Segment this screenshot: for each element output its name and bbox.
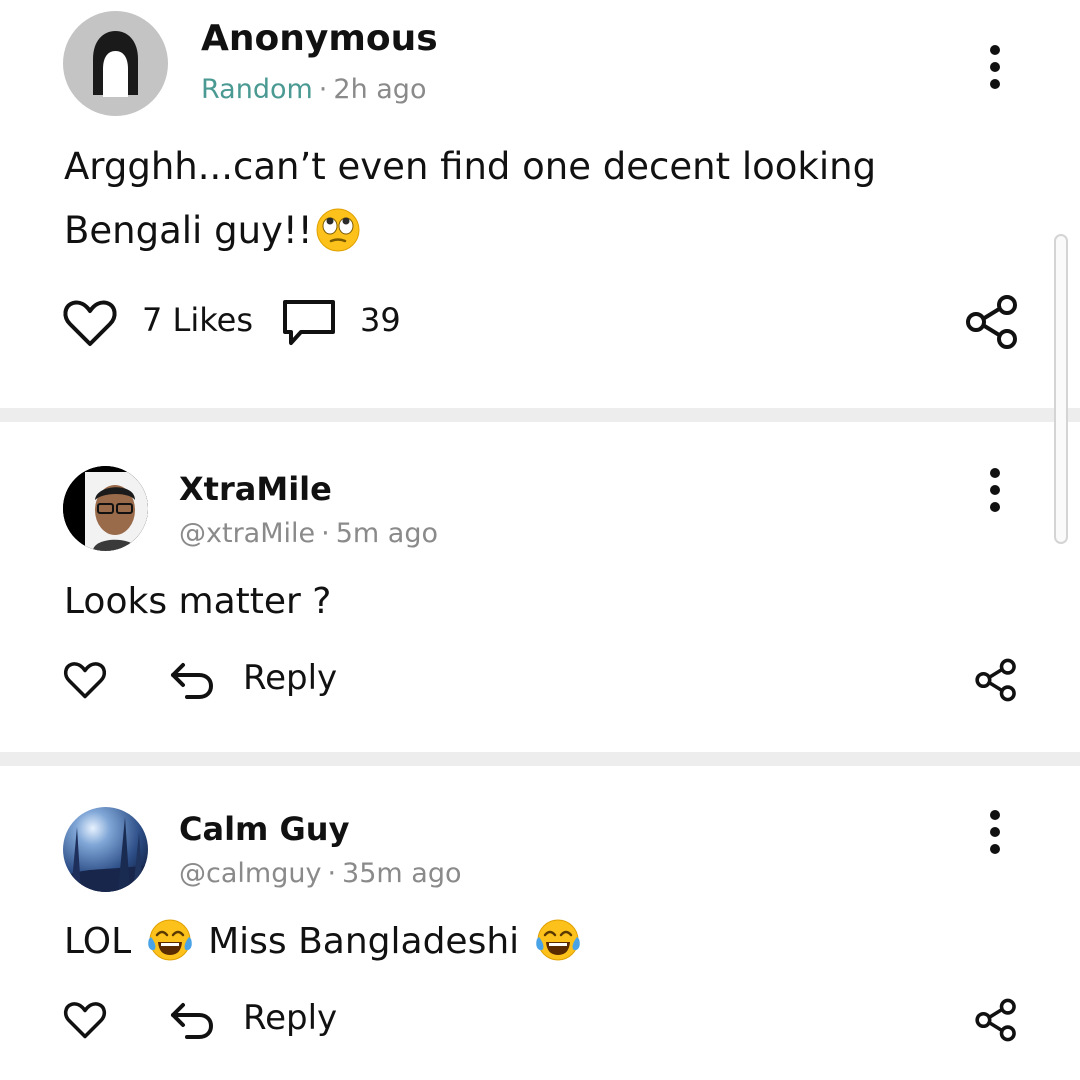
post-text-line2: Bengali guy!! bbox=[64, 209, 313, 252]
post-time: 2h ago bbox=[333, 74, 427, 105]
calmguy-avatar[interactable] bbox=[63, 807, 148, 892]
post-more-button[interactable] bbox=[975, 42, 1015, 92]
tears-of-joy-emoji bbox=[535, 919, 580, 961]
comment-handle[interactable]: @calmguy bbox=[179, 858, 321, 889]
comment-meta: @calmguy · 35m ago bbox=[179, 858, 461, 889]
user-photo-icon bbox=[63, 466, 148, 551]
scrollbar[interactable] bbox=[1054, 234, 1068, 544]
main-post: Anonymous Random · 2h ago Argghh...can’t e… bbox=[0, 0, 1080, 408]
post-text-line2-row: Bengali guy!! bbox=[64, 199, 876, 263]
post-author[interactable]: Anonymous bbox=[201, 18, 438, 59]
share-icon[interactable] bbox=[964, 294, 1020, 350]
meta-separator: · bbox=[318, 74, 328, 105]
xtramile-avatar[interactable] bbox=[63, 466, 148, 551]
comment-more-button[interactable] bbox=[975, 807, 1015, 857]
comment-text-part1: LOL bbox=[64, 921, 132, 962]
comment-handle[interactable]: @xtraMile bbox=[179, 518, 315, 549]
reply-button[interactable]: Reply bbox=[243, 658, 337, 698]
meta-separator: · bbox=[327, 858, 337, 889]
reply-icon[interactable] bbox=[169, 661, 215, 701]
comment-text: LOL Miss Bangladeshi bbox=[64, 910, 585, 974]
comment-text: Looks matter ? bbox=[64, 581, 332, 622]
comment-more-button[interactable] bbox=[975, 465, 1015, 515]
section-divider bbox=[0, 408, 1080, 422]
comment-item: XtraMile @xtraMile · 5m ago Looks matter ?… bbox=[0, 422, 1080, 752]
post-tag[interactable]: Random bbox=[201, 74, 313, 105]
share-icon[interactable] bbox=[974, 998, 1018, 1042]
comment-meta: @xtraMile · 5m ago bbox=[179, 518, 438, 549]
likes-count[interactable]: 7 Likes bbox=[142, 301, 253, 339]
section-divider bbox=[0, 752, 1080, 766]
tears-of-joy-emoji bbox=[147, 919, 192, 961]
heart-icon[interactable] bbox=[63, 660, 107, 700]
share-icon[interactable] bbox=[974, 658, 1018, 702]
avatar-placeholder-icon bbox=[93, 31, 138, 97]
reply-icon[interactable] bbox=[169, 1001, 215, 1041]
anonymous-avatar[interactable] bbox=[63, 11, 168, 116]
forest-photo-icon bbox=[63, 807, 148, 892]
heart-icon[interactable] bbox=[63, 1000, 107, 1040]
post-meta: Random · 2h ago bbox=[201, 74, 426, 105]
comment-time: 5m ago bbox=[335, 518, 438, 549]
comment-icon[interactable] bbox=[281, 298, 337, 348]
heart-icon[interactable] bbox=[62, 298, 118, 348]
reply-button[interactable]: Reply bbox=[243, 998, 337, 1038]
post-text-line1: Argghh...can’t even find one decent look… bbox=[64, 145, 877, 188]
comment-text-part2: Miss Bangladeshi bbox=[208, 921, 520, 962]
comment-author[interactable]: Calm Guy bbox=[179, 810, 349, 848]
comment-item: Calm Guy @calmguy · 35m ago LOL Miss Bangl… bbox=[0, 766, 1080, 1080]
meta-separator: · bbox=[321, 518, 330, 549]
post-text: Argghh...can’t even find one decent look… bbox=[64, 135, 876, 263]
comments-count[interactable]: 39 bbox=[360, 301, 401, 339]
eye-roll-emoji bbox=[316, 208, 360, 251]
comment-author[interactable]: XtraMile bbox=[179, 470, 332, 508]
comment-time: 35m ago bbox=[342, 858, 462, 889]
